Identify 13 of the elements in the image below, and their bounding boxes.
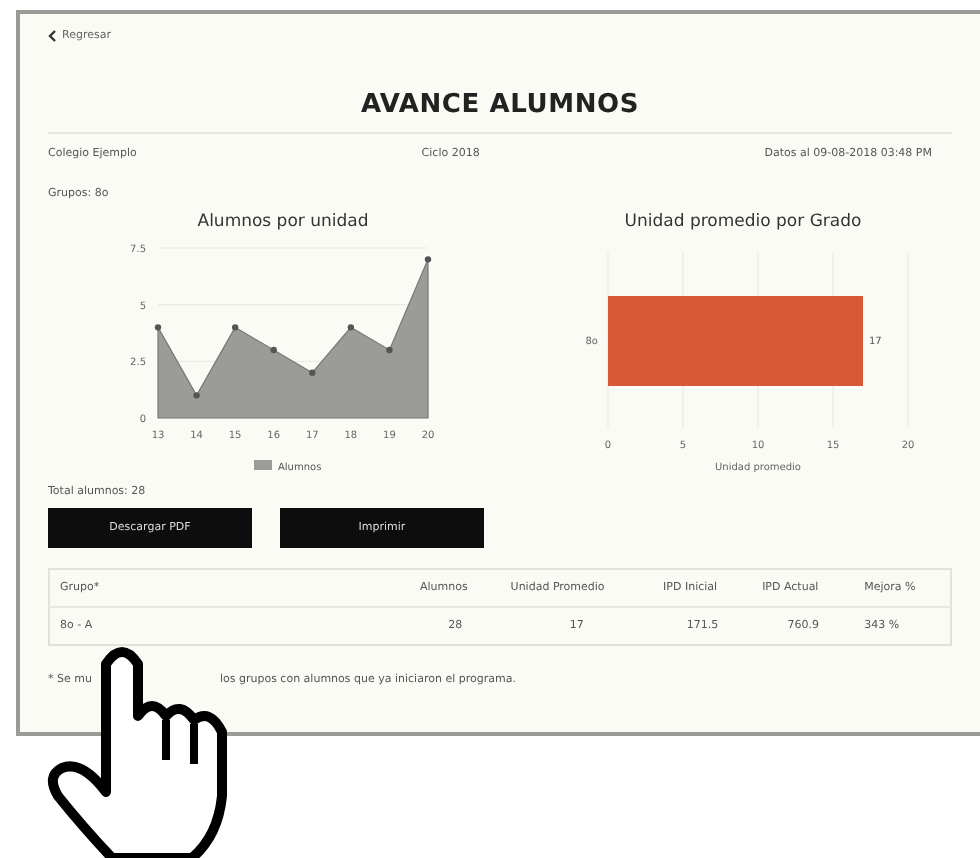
data-point — [270, 346, 277, 354]
legend-swatch — [254, 460, 272, 470]
page-title: AVANCE ALUMNOS — [358, 90, 642, 120]
data-point — [386, 346, 393, 354]
chevron-left-icon — [48, 30, 56, 42]
data-point — [231, 324, 239, 331]
data-point — [154, 324, 162, 331]
data-point — [424, 256, 432, 263]
data-point — [347, 324, 355, 331]
chart-title: Unidad promedio por Grado — [622, 212, 864, 232]
data-point — [309, 369, 316, 376]
data-point — [193, 392, 200, 399]
chart-title: Alumnos por unidad — [195, 212, 371, 232]
